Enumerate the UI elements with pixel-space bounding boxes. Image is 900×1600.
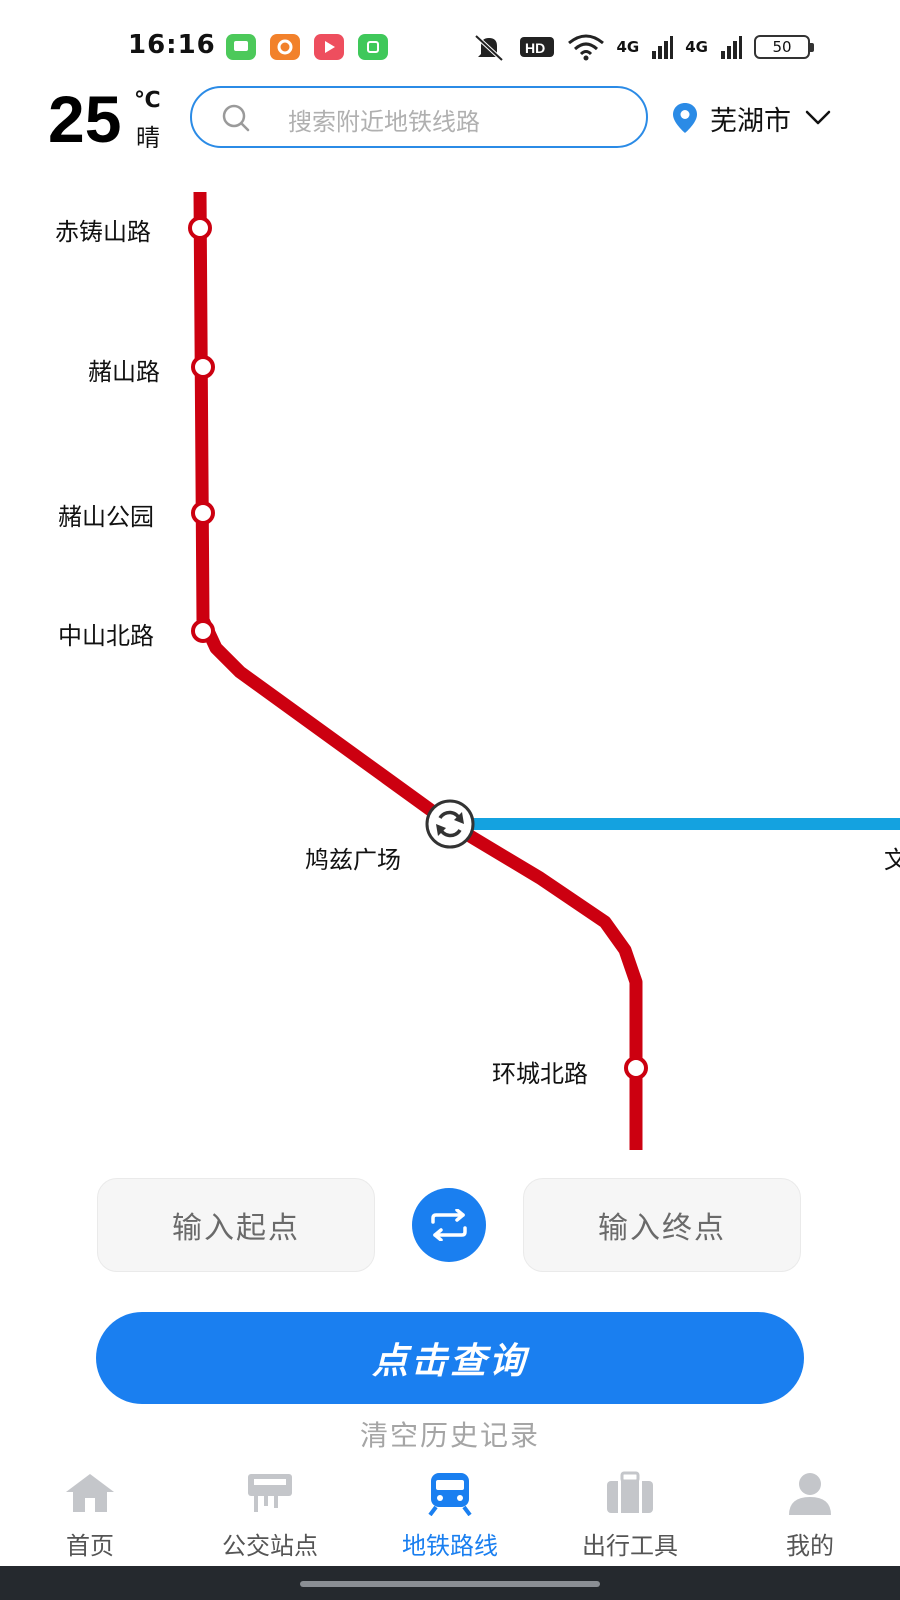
- station-marker: [191, 501, 215, 525]
- nav-label: 我的: [786, 1532, 834, 1560]
- line-1-track: [193, 191, 643, 1150]
- profile-icon: [789, 1473, 831, 1515]
- bus-stop-icon: [248, 1474, 292, 1512]
- end-point-input[interactable]: 输入终点: [523, 1178, 801, 1272]
- transfer-icon: [425, 799, 475, 849]
- weather-condition: 晴: [136, 124, 160, 152]
- messages-app-icon: [226, 34, 256, 60]
- signal-1-label: 4G: [616, 38, 640, 56]
- city-name: 芜湖市: [710, 105, 791, 137]
- nav-item-bus-stops[interactable]: 公交站点: [180, 1462, 360, 1566]
- station-label-transfer[interactable]: 鸠兹广场: [305, 840, 401, 875]
- temperature: 25: [48, 82, 122, 156]
- hd-icon: HD: [519, 37, 554, 57]
- start-point-input[interactable]: 输入起点: [97, 1178, 375, 1272]
- status-bar: 16:16 HD 4G 4G 50: [0, 0, 900, 90]
- station-label[interactable]: 环城北路: [492, 1054, 588, 1089]
- nav-item-subway[interactable]: 地铁路线: [360, 1462, 540, 1566]
- status-time: 16:16: [128, 30, 216, 60]
- toolbox-icon: [607, 1471, 653, 1513]
- weather-widget: 25 ℃ 晴: [48, 82, 161, 156]
- metro-lines: [188, 191, 900, 1150]
- nav-label: 地铁路线: [402, 1532, 498, 1560]
- orange-app-icon: [270, 34, 300, 60]
- station-marker: [191, 619, 215, 643]
- mute-icon: [474, 34, 503, 62]
- battery-indicator: 50: [754, 35, 814, 59]
- search-icon: [222, 104, 250, 132]
- swap-icon: [431, 1209, 467, 1241]
- city-selector[interactable]: 芜湖市: [672, 96, 831, 140]
- signal-2-icon: [721, 36, 742, 59]
- wifi-icon: [567, 34, 604, 61]
- station-label-partial[interactable]: 文: [884, 840, 900, 875]
- nav-item-profile[interactable]: 我的: [720, 1462, 900, 1566]
- home-indicator[interactable]: [300, 1581, 600, 1587]
- signal-1-icon: [652, 36, 674, 59]
- station-label[interactable]: 中山北路: [58, 616, 154, 651]
- temperature-unit: ℃: [134, 88, 161, 113]
- status-indicators: HD 4G 4G 50: [471, 30, 814, 64]
- nav-label: 首页: [66, 1532, 114, 1560]
- nav-item-home[interactable]: 首页: [0, 1462, 180, 1566]
- svg-text:HD: HD: [525, 40, 545, 56]
- station-label[interactable]: 赭山公园: [58, 497, 154, 532]
- chevron-down-icon: [805, 110, 831, 125]
- video-app-icon: [314, 34, 344, 60]
- metro-map[interactable]: 赤铸山路 赭山路 赭山公园 中山北路 鸠兹广场 环城北路 文: [0, 160, 900, 1150]
- green-app-icon: [358, 34, 388, 60]
- swap-button[interactable]: [412, 1188, 486, 1262]
- nav-label: 公交站点: [222, 1532, 318, 1560]
- nav-item-travel-tools[interactable]: 出行工具: [540, 1462, 720, 1566]
- nav-label: 出行工具: [582, 1532, 678, 1560]
- signal-2-label: 4G: [685, 38, 708, 56]
- station-label[interactable]: 赭山路: [88, 352, 160, 387]
- station-marker: [624, 1056, 648, 1080]
- home-icon: [66, 1474, 114, 1512]
- search-placeholder: 搜索附近地铁线路: [288, 108, 480, 136]
- station-marker: [188, 216, 212, 240]
- subway-icon: [428, 1473, 472, 1516]
- clear-history-link[interactable]: 清空历史记录: [0, 1414, 900, 1454]
- gesture-bar: [0, 1566, 900, 1600]
- bottom-nav: 首页 公交站点 地铁路线 出行工具 我的: [0, 1462, 900, 1566]
- station-label[interactable]: 赤铸山路: [55, 212, 151, 247]
- search-input[interactable]: 搜索附近地铁线路: [190, 86, 648, 148]
- location-pin-icon: [673, 103, 697, 133]
- station-marker: [191, 355, 215, 379]
- query-button[interactable]: 点击查询: [96, 1312, 804, 1404]
